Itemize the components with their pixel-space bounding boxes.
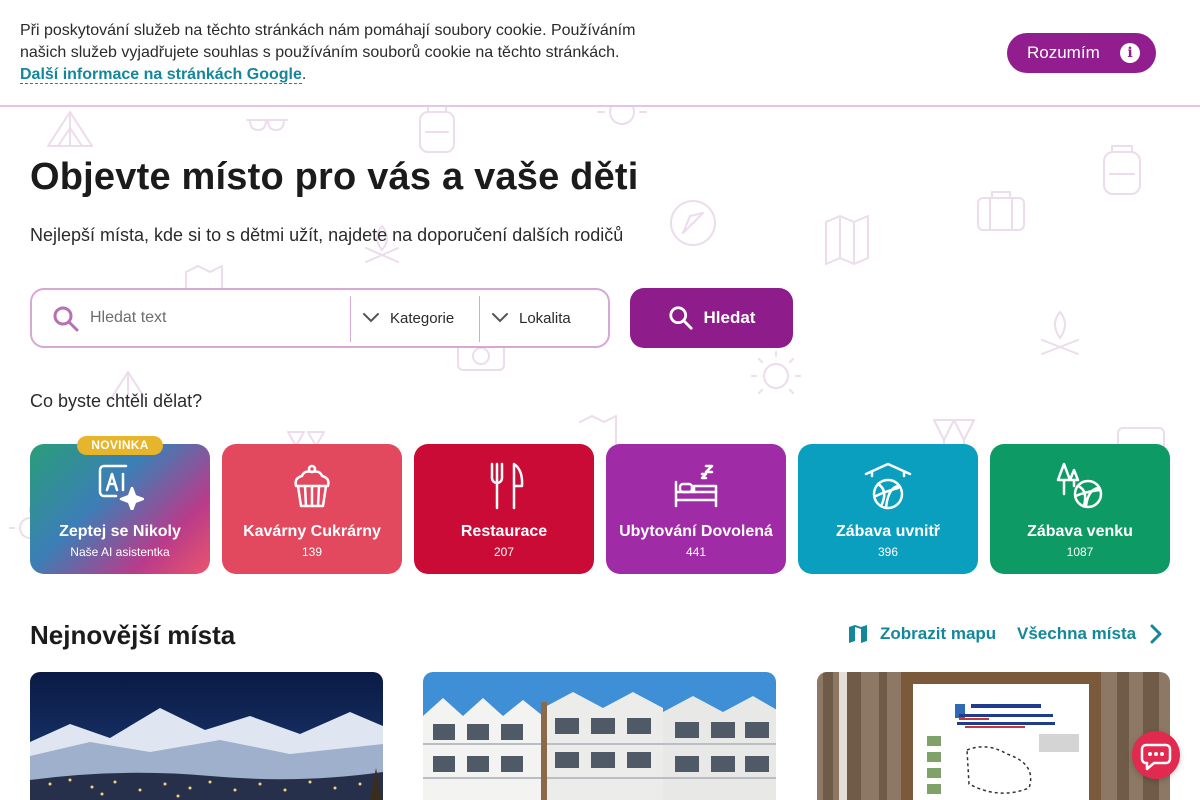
category-count: 139 xyxy=(301,545,323,559)
category-label: Kavárny Cukrárny xyxy=(243,523,381,540)
page-subtitle: Nejlepší místa, kde si to s dětmi užít, … xyxy=(30,225,624,245)
place-card[interactable] xyxy=(817,672,1170,800)
cupcake-icon xyxy=(294,464,330,508)
category-label: Ubytování Dovolená xyxy=(619,523,773,540)
place-photo xyxy=(817,672,1170,800)
all-places-link[interactable]: Všechna místa xyxy=(1017,624,1162,644)
category-tile-outdoor[interactable]: Zábava venku 1087 xyxy=(990,444,1170,574)
cookie-accept-button[interactable]: Rozumím i xyxy=(1007,33,1156,73)
category-count: 441 xyxy=(685,545,707,559)
bed-icon xyxy=(674,464,718,508)
place-photo xyxy=(423,672,776,800)
search-bar: Kategorie Lokalita xyxy=(30,288,610,348)
place-photo xyxy=(30,672,383,800)
cookie-bar: Při poskytování služeb na těchto stránká… xyxy=(0,0,1200,107)
search-input[interactable] xyxy=(90,300,345,336)
search-button[interactable]: Hledat xyxy=(630,288,793,348)
new-badge: NOVINKA xyxy=(77,436,163,455)
cookie-text: Při poskytování služeb na těchto stránká… xyxy=(20,20,660,86)
category-label: Restaurace xyxy=(460,523,548,540)
category-subtitle: Naše AI asistentka xyxy=(70,545,170,559)
category-dropdown-label: Kategorie xyxy=(390,309,455,327)
category-tiles: NOVINKA Zeptej se Nikoly Naše AI asisten… xyxy=(30,436,1170,574)
chevron-down-icon xyxy=(492,313,508,323)
category-tile-accommodation[interactable]: Ubytování Dovolená 441 xyxy=(606,444,786,574)
show-map-label: Zobrazit mapu xyxy=(880,624,997,643)
category-tile-indoor[interactable]: Zábava uvnitř 396 xyxy=(798,444,978,574)
category-tile-ai[interactable]: NOVINKA Zeptej se Nikoly Naše AI asisten… xyxy=(30,436,210,574)
category-tile-cafes[interactable]: Kavárny Cukrárny 139 xyxy=(222,444,402,574)
chevron-down-icon xyxy=(363,313,379,323)
search-icon xyxy=(52,305,80,333)
search-divider xyxy=(350,296,351,342)
category-count: 396 xyxy=(877,545,899,559)
location-dropdown[interactable]: Lokalita xyxy=(491,290,606,346)
search-icon xyxy=(668,306,693,330)
chevron-right-icon xyxy=(1150,624,1162,644)
cookie-accept-label: Rozumím xyxy=(1027,43,1100,62)
info-icon: i xyxy=(1120,43,1140,63)
place-card[interactable] xyxy=(30,672,383,800)
indoor-ball-icon xyxy=(864,462,912,510)
category-count: 1087 xyxy=(1066,545,1094,559)
chat-button[interactable] xyxy=(1132,731,1180,779)
category-dropdown[interactable]: Kategorie xyxy=(362,290,490,346)
ai-sparkle-icon xyxy=(98,464,144,510)
cookie-link-suffix: . xyxy=(301,66,307,83)
section-title-newest: Nejnovější místa xyxy=(30,620,236,650)
map-icon xyxy=(849,625,867,643)
category-count: 207 xyxy=(493,545,515,559)
category-label: Zeptej se Nikoly xyxy=(59,523,181,540)
place-card[interactable] xyxy=(423,672,776,800)
cookie-more-info-link[interactable]: Další informace na stránkách Google xyxy=(20,66,302,84)
show-map-link[interactable]: Zobrazit mapu xyxy=(848,624,996,644)
search-divider xyxy=(479,296,480,342)
outdoor-ball-icon xyxy=(1056,462,1103,509)
fork-knife-icon xyxy=(490,462,524,510)
cookie-message: Při poskytování služeb na těchto stránká… xyxy=(20,22,636,61)
category-label: Zábava uvnitř xyxy=(835,523,941,540)
search-button-label: Hledat xyxy=(703,308,756,327)
activity-question: Co byste chtěli dělat? xyxy=(30,391,203,411)
location-dropdown-label: Lokalita xyxy=(519,309,571,327)
all-places-label: Všechna místa xyxy=(1017,624,1137,643)
chat-icon xyxy=(1140,743,1172,771)
page-title: Objevte místo pro vás a vaše děti xyxy=(30,156,639,198)
category-tile-restaurants[interactable]: Restaurace 207 xyxy=(414,444,594,574)
category-label: Zábava venku xyxy=(1027,523,1133,540)
